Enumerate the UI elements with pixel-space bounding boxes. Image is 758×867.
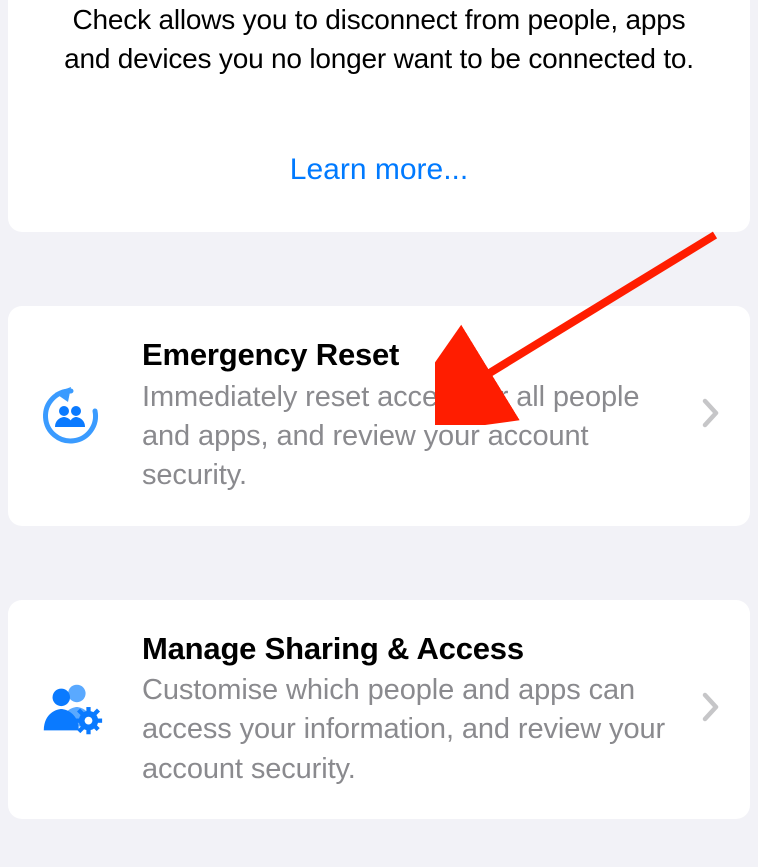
emergency-reset-row[interactable]: Emergency Reset Immediately reset access… xyxy=(8,306,750,525)
manage-sharing-icon xyxy=(36,674,106,744)
safety-check-intro-card: Check allows you to disconnect from peop… xyxy=(8,0,750,232)
emergency-reset-desc: Immediately reset access for all people … xyxy=(142,378,692,495)
emergency-reset-body: Emergency Reset Immediately reset access… xyxy=(106,336,702,495)
manage-sharing-desc: Customise which people and apps can acce… xyxy=(142,671,692,788)
chevron-right-icon xyxy=(702,692,720,727)
emergency-reset-icon xyxy=(36,381,106,451)
learn-more-link[interactable]: Learn more... xyxy=(48,153,710,187)
emergency-reset-title: Emergency Reset xyxy=(142,336,692,375)
manage-sharing-row[interactable]: Manage Sharing & Access Customise which … xyxy=(8,600,750,819)
manage-sharing-title: Manage Sharing & Access xyxy=(142,630,692,669)
manage-sharing-body: Manage Sharing & Access Customise which … xyxy=(106,630,702,789)
chevron-right-icon xyxy=(702,398,720,433)
safety-check-description: Check allows you to disconnect from peop… xyxy=(48,0,710,78)
